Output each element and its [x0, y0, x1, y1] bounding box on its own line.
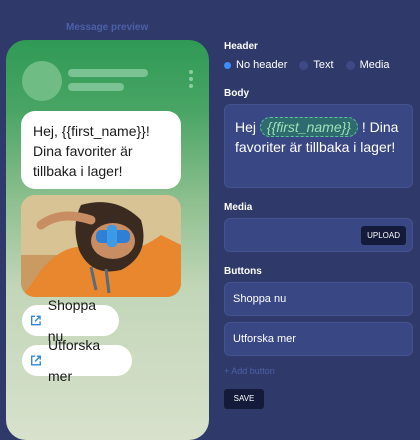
- body-label: Body: [224, 88, 249, 99]
- preview-button-label: Utforska mer: [48, 336, 101, 384]
- preview-title: Message preview: [66, 22, 149, 33]
- button-input-2[interactable]: Utforska mer: [224, 322, 413, 356]
- radio-label: Text: [313, 59, 334, 71]
- header-label: Header: [224, 41, 258, 52]
- body-textarea[interactable]: Hej {{first_name}} ! Dina favoriter är t…: [224, 104, 413, 188]
- media-photo: [21, 195, 181, 297]
- external-link-icon: [31, 315, 41, 326]
- preview-button-utforska-mer[interactable]: Utforska mer: [22, 337, 132, 384]
- add-button-link[interactable]: + Add button: [224, 366, 275, 376]
- contact-name-placeholder: [68, 69, 148, 77]
- chat-header: [6, 40, 209, 120]
- radio-label: Media: [359, 59, 390, 71]
- message-bubble: Hej, {{first_name}}! Dina favoriter är t…: [21, 111, 181, 189]
- radio-media[interactable]: Media: [345, 59, 390, 71]
- media-image: [21, 195, 181, 297]
- media-label: Media: [224, 202, 253, 213]
- upload-button[interactable]: UPLOAD: [361, 226, 406, 245]
- button-input-1[interactable]: Shoppa nu: [224, 282, 413, 316]
- save-button[interactable]: SAVE: [224, 389, 264, 409]
- radio-text[interactable]: Text: [299, 59, 334, 71]
- header-radio-group: No header Text Media: [224, 59, 402, 71]
- avatar: [22, 61, 62, 101]
- radio-no-header[interactable]: No header: [224, 59, 287, 71]
- media-field[interactable]: UPLOAD: [224, 218, 413, 252]
- phone-preview: Hej, {{first_name}}! Dina favoriter är t…: [6, 40, 209, 440]
- buttons-label: Buttons: [224, 266, 262, 277]
- radio-selected-icon: [224, 61, 231, 69]
- more-options-icon: [188, 70, 194, 88]
- external-link-icon: [31, 355, 41, 366]
- contact-status-placeholder: [68, 83, 124, 91]
- variable-chip[interactable]: {{first_name}}: [259, 117, 358, 137]
- radio-unselected-icon: [299, 60, 309, 70]
- radio-label: No header: [236, 59, 288, 71]
- body-text-prefix: Hej: [235, 119, 260, 135]
- radio-unselected-icon: [345, 60, 355, 70]
